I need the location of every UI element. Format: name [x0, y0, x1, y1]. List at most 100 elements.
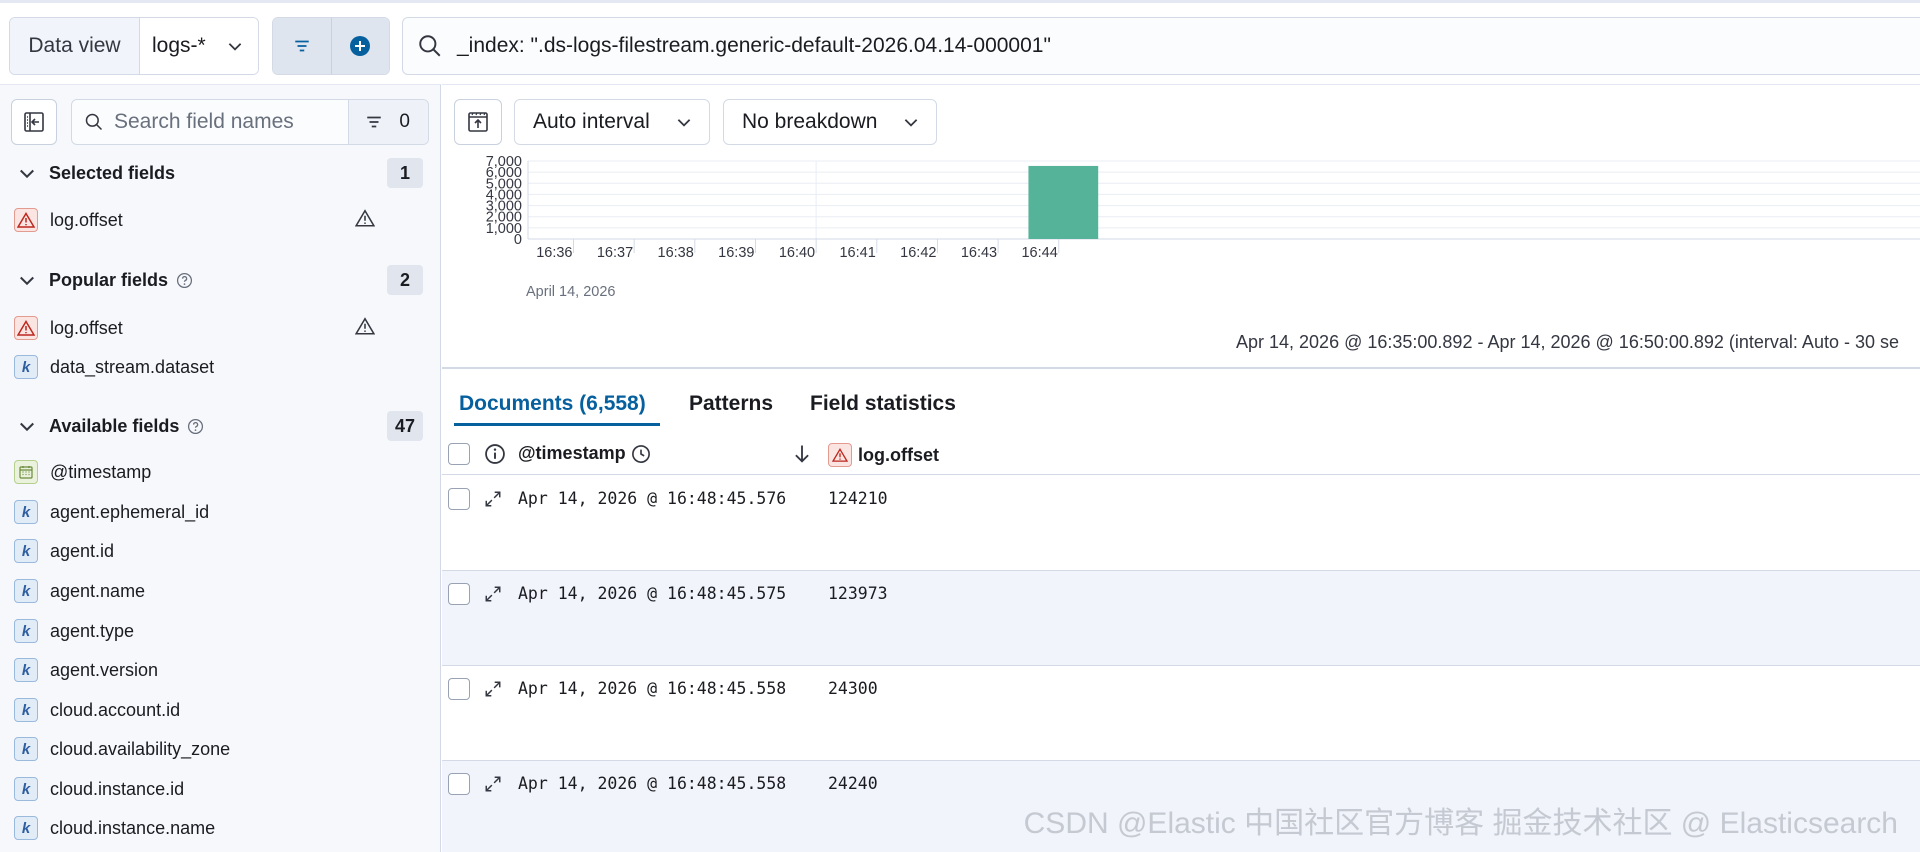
data-view-label: Data view — [10, 18, 140, 74]
keyword-type-icon: k — [14, 698, 38, 722]
column-header-log-offset[interactable]: log.offset — [828, 443, 939, 467]
expand-icon[interactable] — [484, 775, 502, 793]
field-item[interactable]: @timestamp — [0, 455, 440, 489]
add-filter-button[interactable] — [330, 18, 389, 74]
x-tick-label: 16:41 — [839, 245, 875, 261]
select-all-checkbox[interactable] — [448, 443, 470, 465]
field-name: cloud.account.id — [50, 699, 181, 720]
help-icon[interactable] — [176, 272, 193, 289]
row-checkbox[interactable] — [448, 488, 470, 510]
filter-menu-button[interactable] — [273, 18, 331, 74]
column-header-timestamp[interactable]: @timestamp — [518, 443, 651, 464]
table-row[interactable]: Apr 14, 2026 @ 16:48:45.558 24300 — [442, 666, 1920, 761]
chevron-down-icon — [902, 113, 920, 131]
field-item[interactable]: k cloud.instance.name — [0, 811, 440, 845]
row-checkbox[interactable] — [448, 583, 470, 605]
popular-fields-header[interactable]: Popular fields 2 — [0, 263, 440, 297]
filter-icon — [365, 113, 383, 131]
warning-icon — [355, 317, 375, 335]
chart-toggle-icon — [466, 110, 490, 134]
field-name: agent.version — [50, 659, 159, 680]
tab-patterns[interactable]: Patterns — [689, 392, 773, 416]
tab-field-statistics[interactable]: Field statistics — [810, 392, 956, 416]
sort-descending-icon[interactable] — [792, 443, 812, 465]
toggle-histogram-button[interactable] — [454, 99, 502, 145]
keyword-type-icon: k — [14, 619, 38, 643]
section-title: Available fields — [49, 415, 180, 436]
chevron-down-icon — [17, 270, 41, 290]
field-item[interactable]: k agent.ephemeral_id — [0, 495, 440, 529]
interval-dropdown[interactable]: Auto interval — [514, 99, 710, 145]
cell-timestamp: Apr 14, 2026 @ 16:48:45.575 — [518, 584, 787, 603]
selected-fields-header[interactable]: Selected fields 1 — [0, 156, 440, 190]
keyword-type-icon: k — [14, 500, 38, 524]
cell-log-offset: 24300 — [828, 679, 878, 698]
field-name: agent.name — [50, 580, 146, 601]
expand-icon[interactable] — [484, 680, 502, 698]
field-item[interactable]: k agent.id — [0, 534, 440, 568]
field-item[interactable]: k cloud.availability_zone — [0, 732, 440, 766]
cell-log-offset: 24240 — [828, 774, 878, 793]
keyword-type-icon: k — [14, 539, 38, 563]
field-item[interactable]: k agent.name — [0, 574, 440, 608]
field-name: log.offset — [50, 209, 123, 230]
warning-icon — [355, 209, 375, 227]
count-badge: 2 — [387, 265, 423, 295]
field-item[interactable]: k cloud.instance.id — [0, 772, 440, 806]
search-icon — [417, 33, 443, 59]
row-checkbox[interactable] — [448, 773, 470, 795]
table-row[interactable]: Apr 14, 2026 @ 16:48:45.575 123973 — [442, 571, 1920, 666]
histogram-chart[interactable]: 7,0006,0005,0004,0003,0002,0001,0000 16:… — [442, 155, 1920, 315]
cell-timestamp: Apr 14, 2026 @ 16:48:45.576 — [518, 489, 787, 508]
keyword-type-icon: k — [14, 658, 38, 682]
histogram-bar[interactable] — [1028, 165, 1099, 239]
breakdown-dropdown[interactable]: No breakdown — [723, 99, 937, 145]
table-row[interactable]: Apr 14, 2026 @ 16:48:45.576 124210 — [442, 476, 1920, 571]
available-fields-header[interactable]: Available fields 47 — [0, 409, 440, 443]
x-tick-label: 16:37 — [597, 245, 633, 261]
warning-type-icon — [14, 208, 38, 232]
field-name: log.offset — [50, 317, 123, 338]
chevron-down-icon — [226, 37, 244, 55]
x-tick-label: 16:42 — [900, 245, 936, 261]
field-item[interactable]: k agent.type — [0, 614, 440, 648]
field-item[interactable]: k cloud.account.id — [0, 693, 440, 727]
field-name: agent.type — [50, 620, 135, 641]
expand-icon[interactable] — [484, 585, 502, 603]
keyword-type-icon: k — [14, 579, 38, 603]
tab-documents[interactable]: Documents (6,558) — [459, 392, 646, 416]
data-view-select[interactable]: logs-* — [140, 18, 258, 74]
query-bar: Data view logs-* _index: ".ds-logs-files… — [0, 0, 1920, 84]
data-view-picker: Data view logs-* — [9, 17, 259, 75]
cell-timestamp: Apr 14, 2026 @ 16:48:45.558 — [518, 679, 787, 698]
field-item[interactable]: log.offset — [0, 203, 440, 237]
help-icon[interactable] — [187, 418, 204, 435]
table-header: @timestamp log.offset — [442, 433, 1920, 475]
query-input[interactable]: _index: ".ds-logs-filestream.generic-def… — [402, 17, 1920, 75]
column-title: log.offset — [858, 444, 939, 465]
count-badge: 47 — [386, 411, 423, 441]
chevron-down-icon — [17, 163, 41, 183]
section-title: Popular fields — [49, 269, 169, 290]
filter-icon — [293, 37, 311, 55]
cell-timestamp: Apr 14, 2026 @ 16:48:45.558 — [518, 774, 787, 793]
cell-log-offset: 124210 — [828, 489, 888, 508]
field-item[interactable]: log.offset — [0, 311, 440, 345]
keyword-type-icon: k — [14, 737, 38, 761]
field-item[interactable]: k agent.version — [0, 653, 440, 687]
main-panel: Auto interval No breakdown 7,000 6,000 5,0… — [442, 84, 1920, 852]
field-search-input[interactable]: Search field names — [114, 110, 348, 134]
x-tick-label: 16:36 — [536, 245, 572, 261]
info-icon[interactable] — [484, 443, 506, 465]
field-name: cloud.instance.name — [50, 817, 216, 838]
expand-icon[interactable] — [484, 490, 502, 508]
x-tick-label: 16:38 — [658, 245, 694, 261]
breakdown-label: No breakdown — [742, 110, 878, 133]
field-item[interactable]: k data_stream.dataset — [0, 350, 440, 384]
field-name: agent.id — [50, 540, 115, 561]
row-checkbox[interactable] — [448, 678, 470, 700]
data-view-value: logs-* — [152, 34, 206, 57]
field-type-filter-button[interactable]: 0 — [348, 100, 428, 144]
active-tab-indicator — [454, 423, 660, 426]
collapse-sidebar-button[interactable] — [11, 99, 57, 145]
